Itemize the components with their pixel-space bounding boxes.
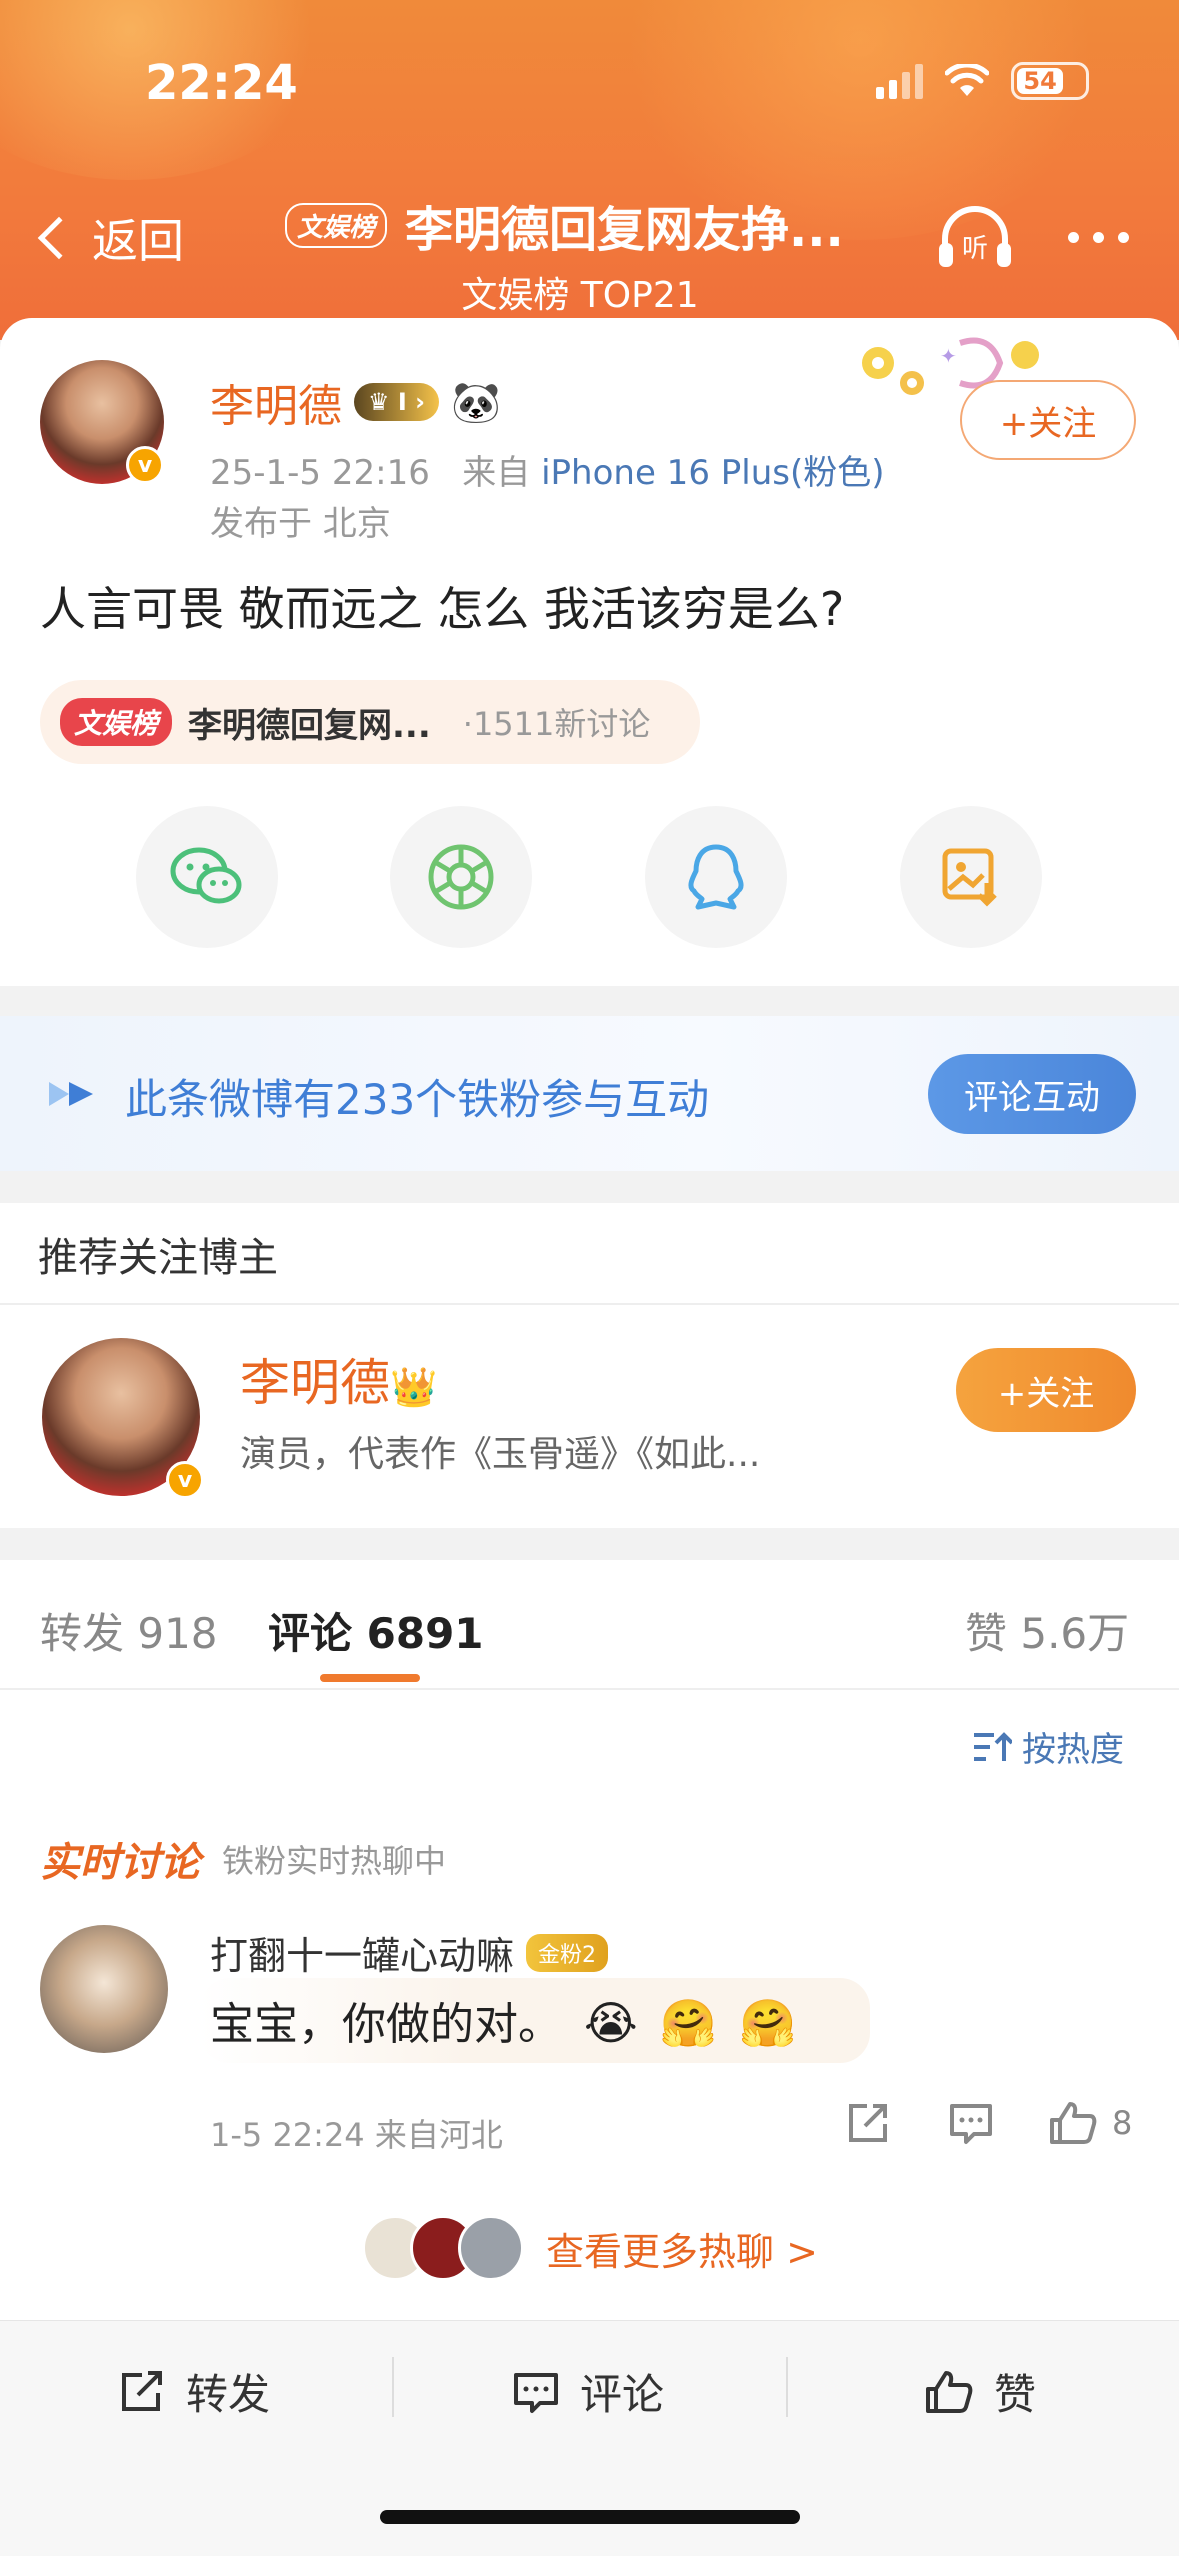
crown-level-badge: ♛ I › <box>354 383 440 421</box>
source-prefix: 来自 <box>462 453 531 493</box>
header: 22:24 54 返回 文娱榜 李明德回复网友挣... 文娱榜 TOP21 听 <box>0 0 1179 340</box>
share-moments-button[interactable] <box>390 806 532 948</box>
hug-emoji-icon: 🤗 <box>659 1996 718 2050</box>
crying-emoji-icon: 😭 <box>584 1996 638 2050</box>
nav-title-text: 李明德回复网友挣... <box>405 202 844 258</box>
home-indicator[interactable] <box>380 2510 800 2524</box>
like-icon[interactable] <box>1048 2100 1098 2146</box>
nav-title: 文娱榜 李明德回复网友挣... <box>285 190 905 260</box>
recommend-name[interactable]: 李明德👑 <box>240 1343 437 1415</box>
verified-icon: v <box>166 1461 204 1499</box>
divider <box>0 1688 1179 1690</box>
tab-comment[interactable]: 评论 6891 <box>268 1600 484 1661</box>
moments-icon <box>428 844 494 910</box>
more-hot-link[interactable]: 查看更多热聊 > <box>362 2215 818 2281</box>
post-device[interactable]: iPhone 16 Plus(粉色) <box>541 453 884 493</box>
comment-meta: 1-5 22:24 来自河北 <box>210 2116 503 2154</box>
gold-fan-badge: 金粉2 <box>526 1933 609 1972</box>
live-discussion-subtitle: 铁粉实时热聊中 <box>222 1842 447 1880</box>
panda-icon: 🐼 <box>451 379 501 426</box>
wifi-icon <box>945 64 989 96</box>
share-wechat-button[interactable] <box>136 806 278 948</box>
share-qq-button[interactable] <box>645 806 787 948</box>
nav-title-area[interactable]: 文娱榜 李明德回复网友挣... 文娱榜 TOP21 <box>285 190 905 318</box>
repost-label: 转发 <box>186 2370 271 2419</box>
author-name-text: 李明德 <box>210 381 342 432</box>
topic-count: ·1511新讨论 <box>462 705 651 743</box>
repost-icon <box>122 2370 162 2411</box>
like-button[interactable]: 赞 <box>924 2361 1036 2422</box>
status-icons: 54 <box>876 62 1089 100</box>
tab-like[interactable]: 赞 5.6万 <box>965 1600 1129 1661</box>
comment-user-name: 打翻十一罐心动嘛 <box>210 1934 515 1978</box>
wechat-icon <box>170 847 242 904</box>
svg-text:✦: ✦ <box>940 344 957 368</box>
nav-subtitle: 文娱榜 TOP21 <box>461 275 699 316</box>
share-save-image-button[interactable] <box>900 806 1042 948</box>
topic-name: 李明德回复网... <box>188 705 431 746</box>
more-icon[interactable] <box>1068 232 1129 243</box>
tab-repost[interactable]: 转发 918 <box>40 1600 218 1661</box>
hug-emoji-icon: 🤗 <box>739 1996 797 2050</box>
author-name[interactable]: 李明德 ♛ I › 🐼 <box>210 370 501 434</box>
post-text: 人言可畏 敬而远之 怎么 我活该穷是么? <box>40 582 845 636</box>
headphone-listen-icon[interactable]: 听 <box>935 205 1015 271</box>
topic-pill[interactable]: 文娱榜 李明德回复网... ·1511新讨论 <box>40 680 700 764</box>
fans-banner[interactable]: 此条微博有233个铁粉参与互动 评论互动 <box>0 1016 1179 1171</box>
live-discussion-title: 实时讨论 <box>40 1840 200 1886</box>
comments-section: 转发 918 评论 6891 赞 5.6万 按热度 实时讨论 铁粉实时热聊中 打… <box>0 1560 1179 2320</box>
more-hot-text: 查看更多热聊 > <box>546 2229 818 2274</box>
level-text: I <box>397 388 407 416</box>
listen-label: 听 <box>962 234 988 264</box>
like-label: 赞 <box>994 2370 1037 2419</box>
mini-avatar <box>458 2215 524 2281</box>
post-time: 25-1-5 22:16 <box>210 453 430 493</box>
follow-button[interactable]: +关注 <box>960 380 1136 460</box>
comment-text: 宝宝，你做的对。 😭 🤗 🤗 <box>210 1988 796 2052</box>
status-time: 22:24 <box>145 55 298 111</box>
recommend-name-text: 李明德 <box>240 1354 390 1412</box>
fans-text: 此条微博有233个铁粉参与互动 <box>125 1075 710 1124</box>
battery-icon: 54 <box>1011 62 1089 100</box>
divider <box>0 1303 1179 1305</box>
like-icon <box>926 2370 973 2413</box>
verified-icon: v <box>126 446 164 484</box>
recommend-follow-button[interactable]: +关注 <box>956 1348 1136 1432</box>
recommend-title: 推荐关注博主 <box>38 1235 278 1281</box>
qq-icon <box>688 844 744 910</box>
comment-icon <box>514 2372 558 2413</box>
divider <box>392 2357 394 2417</box>
comment-user[interactable]: 打翻十一罐心动嘛 金粉2 <box>210 1925 609 1980</box>
comment-like-count: 8 <box>1112 2104 1133 2142</box>
back-label: 返回 <box>92 214 184 268</box>
save-image-icon <box>942 848 997 907</box>
sort-label: 按热度 <box>1022 1730 1124 1770</box>
crown-icon: 👑 <box>390 1365 438 1409</box>
divider <box>786 2357 788 2417</box>
comment-interact-button[interactable]: 评论互动 <box>928 1054 1136 1134</box>
sort-button[interactable]: 按热度 <box>972 1722 1124 1771</box>
signal-icon <box>876 63 923 99</box>
battery-level: 54 <box>1017 67 1064 95</box>
post-meta: 25-1-5 22:16 来自 iPhone 16 Plus(粉色) <box>210 445 885 494</box>
back-button[interactable]: 返回 <box>30 205 184 271</box>
tab-underline <box>320 1674 420 1682</box>
comment-label: 评论 <box>580 2370 665 2419</box>
post-location: 发布于 北京 <box>210 504 391 544</box>
chevron-left-icon <box>37 216 81 260</box>
sort-icon <box>974 1731 1012 1761</box>
recommend-desc: 演员，代表作《玉骨遥》《如此... <box>240 1434 761 1475</box>
comment-icon[interactable] <box>948 2100 994 2146</box>
fans-icon <box>49 1082 93 1106</box>
comment-text-content: 宝宝，你做的对。 <box>210 1999 562 2050</box>
comment-avatar[interactable] <box>40 1925 168 2053</box>
topic-tag: 文娱榜 <box>285 202 388 248</box>
share-icon[interactable] <box>845 2100 891 2146</box>
comment-button[interactable]: 评论 <box>512 2361 664 2422</box>
topic-tag: 文娱榜 <box>60 698 173 746</box>
recommend-section: 推荐关注博主 v 李明德👑 演员，代表作《玉骨遥》《如此... +关注 <box>0 1203 1179 1528</box>
repost-button[interactable]: 转发 <box>118 2361 270 2422</box>
post-card: v 李明德 ♛ I › 🐼 25-1-5 22:16 来自 iPhone 16 … <box>0 318 1179 986</box>
